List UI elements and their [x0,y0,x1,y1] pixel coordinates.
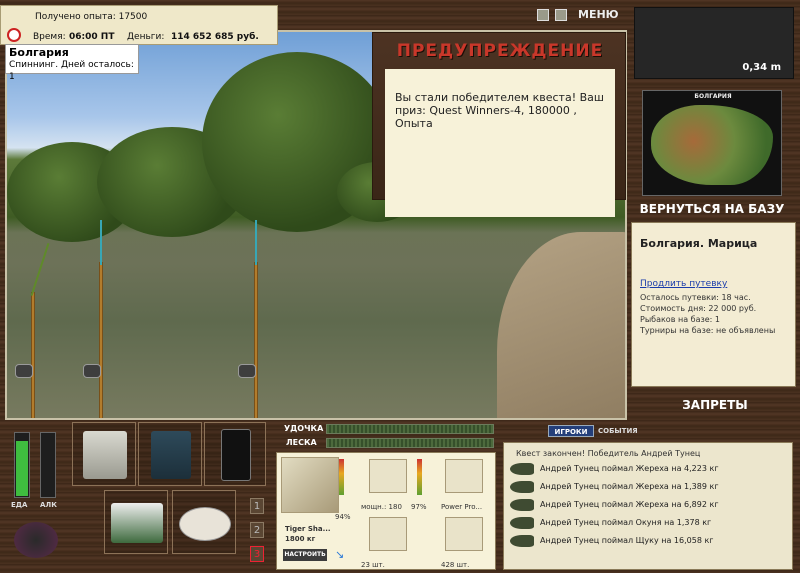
return-to-base-button[interactable]: ВЕРНУТЬСЯ НА БАЗУ [630,202,794,216]
slot-1-button[interactable]: 1 [250,498,264,514]
menu-button[interactable]: МЕНЮ [578,8,619,21]
rod-length: 1800 кг [285,535,316,543]
rod-name: Tiger Sha... [285,525,331,533]
reel-wear-bar [417,459,422,495]
rod-tension-bar [326,424,494,434]
warning-message: Вы стали победителем квеста! Ваш приз: Q… [385,69,615,217]
alcohol-meter [40,432,56,498]
reel-icon [83,364,101,378]
events-header: Квест закончен! Победитель Андрей Тунец [516,449,701,458]
lure-box-icon [111,503,163,543]
phone-icon [221,429,251,481]
fish-icon [510,481,534,493]
time-label: Время: [33,32,66,42]
food-meter [14,432,30,498]
pause-icon[interactable] [537,9,549,21]
fish-icon [510,535,534,547]
fishing-rod[interactable] [31,292,35,418]
food-label: ЕДА [11,501,28,509]
line-tension-bar [326,438,494,448]
reel-icon [15,364,33,378]
backpack-icon [151,431,191,479]
bait-bucket-icon[interactable] [14,522,58,558]
tab-events[interactable]: СОБЫТИЯ [598,425,638,437]
rod-tip [100,220,102,265]
reel-icon [238,364,256,378]
fullscreen-icon[interactable] [555,9,567,21]
fish-icon [510,499,534,511]
location-label: Болгария Спиннинг. Дней осталось: 1 [5,44,139,82]
list-item: Андрей Тунец поймал Жереха на 6,892 кг [510,497,790,513]
experience-label: Получено опыта: 17500 [35,12,148,22]
slot-3-button[interactable]: 3 [250,546,264,562]
list-item: Андрей Тунец поймал Жереха на 1,389 кг [510,479,790,495]
inventory-slot[interactable] [104,490,168,554]
player-stats-panel: Получено опыта: 17500 Время: 06:00 ПТ Де… [0,5,278,45]
list-item: Андрей Тунец поймал Жереха на 4,223 кг [510,461,790,477]
rod-wear-percent: 94% [335,513,351,521]
inventory-slot[interactable] [72,422,136,486]
location-subtitle: Спиннинг. Дней осталось: 1 [9,60,134,82]
map-country-shape [651,105,773,185]
tackle-box-icon [83,431,127,479]
hook-slot[interactable] [369,517,407,551]
reel-wear-percent: 97% [411,503,427,511]
inventory-slot[interactable] [204,422,266,486]
tab-players[interactable]: ИГРОКИ [548,425,594,437]
events-panel: Квест закончен! Победитель Андрей Тунец … [503,442,793,570]
swap-arrow-icon[interactable]: ↘ [335,549,347,561]
bans-button[interactable]: ЗАПРЕТЫ [640,398,790,412]
line-label: ЛЕСКА [286,438,317,447]
time-value: 06:00 ПТ [69,32,115,42]
warning-title: ПРЕДУПРЕЖДЕНИЕ [396,41,604,61]
sandbank [497,232,625,418]
warning-dialog[interactable]: ПРЕДУПРЕЖДЕНИЕ Вы стали победителем квес… [372,32,626,217]
alcohol-label: АЛК [40,501,57,509]
fishing-rod[interactable] [254,262,258,418]
list-item: Андрей Тунец поймал Окуня на 1,378 кг [510,515,790,531]
fish-icon [510,463,534,475]
bait-count: 428 шт. [441,561,470,569]
inventory-slot[interactable] [172,490,236,554]
setup-button[interactable]: НАСТРОИТЬ [283,549,327,561]
rod-tip [255,220,257,265]
fish-icon [510,517,534,529]
tournaments-at-base: Турниры на базе: не объявлены [640,326,776,335]
no-sound-icon[interactable] [7,28,21,42]
keep-net-icon [179,507,231,541]
fishing-rod[interactable] [99,262,103,418]
line-name: Power Pro... [441,503,483,511]
rod-icon[interactable] [281,457,339,513]
depth-value: 0,34 m [742,62,781,73]
rod-wear-bar [339,459,344,495]
anglers-at-base: Рыбаков на базе: 1 [640,315,720,324]
inventory-slot[interactable] [138,422,202,486]
rod-tip [30,243,50,296]
bait-slot[interactable] [445,517,483,551]
list-item: Андрей Тунец поймал Щуку на 16,058 кг [510,533,790,549]
rod-label: УДОЧКА [284,424,324,433]
reel-slot[interactable] [369,459,407,493]
pass-remaining: Осталось путевки: 18 час. [640,293,751,302]
money-value: 114 652 685 руб. [171,32,259,42]
reel-power: мощн.: 180 [361,503,402,511]
game-screen: Получено опыта: 17500 Время: 06:00 ПТ Де… [0,0,800,573]
extend-pass-link[interactable]: Продлить путевку [640,279,727,289]
info-title: Болгария. Марица [640,237,758,250]
location-info-panel: Болгария. Марица Продлить путевку Остало… [631,222,796,387]
day-cost: Стоимость дня: 22 000 руб. [640,304,757,313]
money-label: Деньги: [127,32,165,42]
depth-sonar: 0,34 m [634,7,794,79]
tackle-panel: 94% Tiger Sha... 1800 кг НАСТРОИТЬ ↘ мощ… [276,452,496,570]
map-title: БОЛГАРИЯ [694,93,732,100]
hook-count: 23 шт. [361,561,385,569]
slot-2-button[interactable]: 2 [250,522,264,538]
location-name: Болгария [9,46,69,59]
line-slot[interactable] [445,459,483,493]
region-map[interactable]: БОЛГАРИЯ [642,90,782,196]
